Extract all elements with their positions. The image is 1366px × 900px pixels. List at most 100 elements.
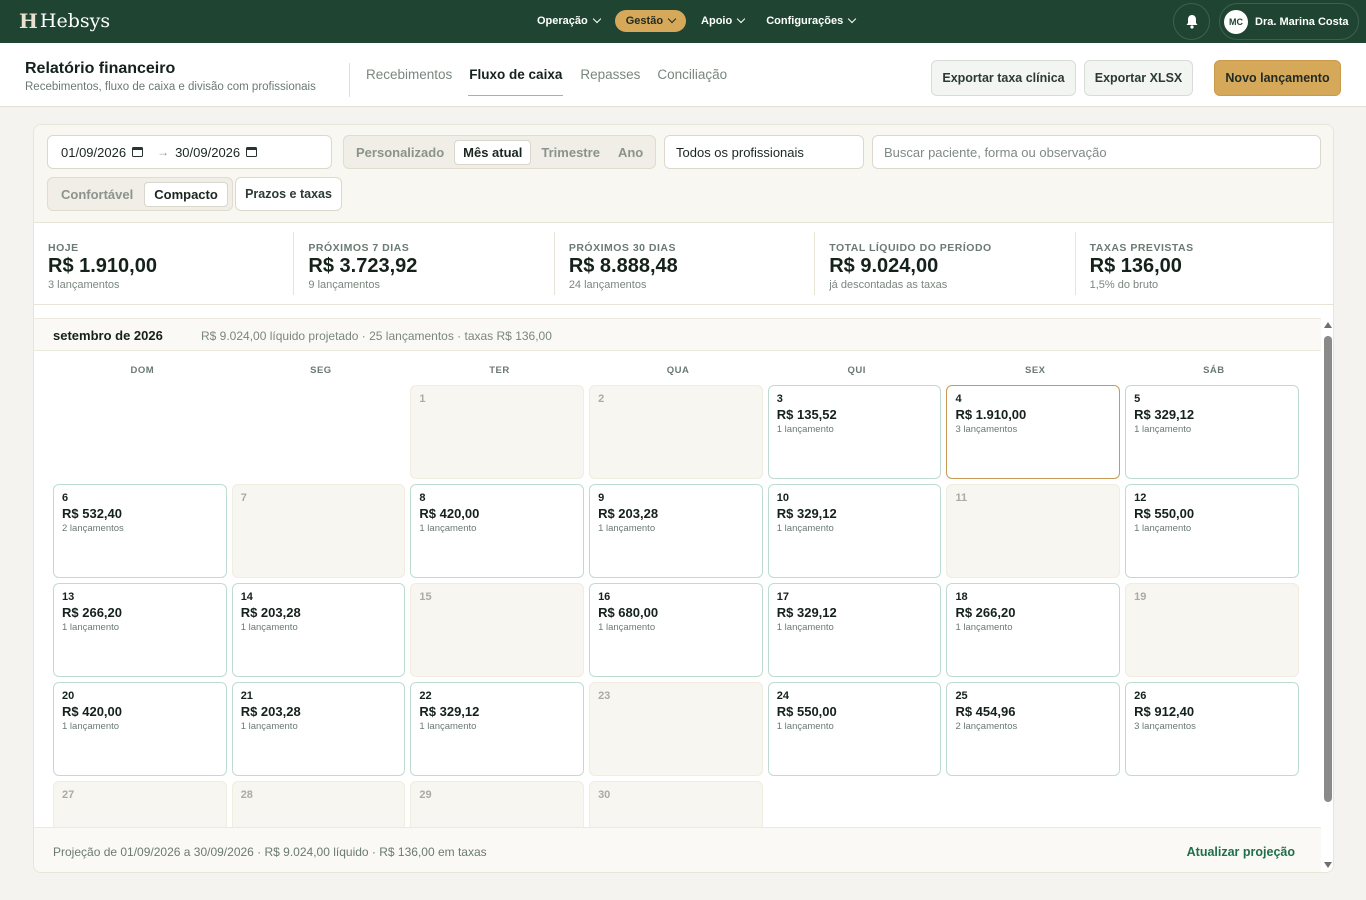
- day-amount: R$ 266,20: [955, 605, 1016, 620]
- calendar-day[interactable]: 21 R$ 203,28 1 lançamento: [231, 682, 406, 776]
- calendar-day[interactable]: 18 R$ 266,20 1 lançamento: [946, 583, 1120, 677]
- export-clinic-fee-button[interactable]: Exportar taxa clínica: [931, 60, 1076, 96]
- day-number: 2: [598, 393, 605, 405]
- calendar-day[interactable]: 4 R$ 1.910,00 3 lançamentos: [946, 385, 1120, 479]
- projection-summary: Projeção de 01/09/2026 a 30/09/2026 · R$…: [53, 845, 487, 859]
- calendar-day[interactable]: 10 R$ 329,12 1 lançamento: [767, 484, 942, 578]
- day-number: 11: [955, 492, 968, 504]
- day-entry-count: 1 lançamento: [62, 622, 120, 633]
- calendar-day[interactable]: 14 R$ 203,28 1 lançamento: [231, 583, 406, 677]
- calendar-day[interactable]: 17 R$ 329,12 1 lançamento: [767, 583, 942, 677]
- calendar: setembro de 2026 R$ 9.024,00 líquido pro…: [34, 318, 1321, 827]
- day-number: 5: [1134, 393, 1141, 405]
- calendar-day[interactable]: 5 R$ 329,12 1 lançamento: [1125, 385, 1299, 479]
- stat-label: TOTAL LÍQUIDO DO PERÍODO: [829, 242, 992, 254]
- calendar-icon[interactable]: [246, 147, 258, 157]
- tab-repasses[interactable]: Repasses: [580, 67, 640, 96]
- divider: [349, 63, 350, 97]
- menu-gestao[interactable]: Gestão: [614, 10, 687, 32]
- date-from[interactable]: 01/09/2026: [61, 145, 126, 160]
- density-selector: Confortável Compacto: [47, 177, 233, 211]
- day-amount: R$ 203,28: [240, 704, 301, 719]
- calendar-day[interactable]: 13 R$ 266,20 1 lançamento: [53, 583, 227, 677]
- calendar-icon[interactable]: [132, 147, 144, 157]
- stat-next-7-days: PRÓXIMOS 7 DIAS R$ 3.723,92 9 lançamento…: [294, 232, 555, 295]
- calendar-day[interactable]: 22 R$ 329,12 1 lançamento: [410, 682, 584, 776]
- refresh-projection-link[interactable]: Atualizar projeção: [1187, 845, 1295, 859]
- report-tabs: Recebimentos Fluxo de caixa Repasses Con…: [366, 67, 727, 96]
- calendar-day: 30: [589, 781, 763, 827]
- day-amount: R$ 454,96: [955, 704, 1016, 719]
- scroll-up-arrow-icon[interactable]: [1324, 322, 1332, 328]
- day-number: 19: [1134, 591, 1147, 603]
- calendar-day: 2: [589, 385, 763, 479]
- day-amount: R$ 329,12: [776, 506, 837, 521]
- calendar-day[interactable]: 16 R$ 680,00 1 lançamento: [589, 583, 763, 677]
- calendar-day[interactable]: 20 R$ 420,00 1 lançamento: [53, 682, 227, 776]
- chevron-down-icon: [736, 14, 746, 24]
- main-menu: Operação Gestão Apoio Configurações: [530, 10, 862, 32]
- brand-logo[interactable]: H Hebsys: [19, 9, 110, 33]
- day-entry-count: 1 lançamento: [419, 721, 477, 732]
- density-comfortable[interactable]: Confortável: [52, 183, 142, 206]
- arrow-right-icon: →: [157, 145, 170, 159]
- day-number: 12: [1134, 492, 1147, 504]
- menu-label: Apoio: [701, 15, 733, 27]
- menu-configuracoes[interactable]: Configurações: [759, 10, 862, 32]
- calendar-day: 15: [410, 583, 584, 677]
- day-amount: R$ 912,40: [1134, 704, 1195, 719]
- scroll-down-arrow-icon[interactable]: [1324, 862, 1332, 868]
- calendar-day[interactable]: 26 R$ 912,40 3 lançamentos: [1125, 682, 1299, 776]
- new-entry-button[interactable]: Novo lançamento: [1214, 60, 1341, 96]
- density-compact[interactable]: Compacto: [144, 181, 228, 207]
- day-amount: R$ 266,20: [62, 605, 122, 620]
- day-number: 25: [955, 690, 968, 702]
- calendar-day[interactable]: 9 R$ 203,28 1 lançamento: [589, 484, 763, 578]
- day-number: 1: [419, 393, 426, 405]
- period-quarter[interactable]: Trimestre: [533, 141, 608, 164]
- scrollbar[interactable]: [1321, 318, 1333, 872]
- menu-label: Operação: [537, 15, 588, 27]
- stat-sub: 9 lançamentos: [308, 279, 380, 291]
- period-custom[interactable]: Personalizado: [348, 141, 452, 164]
- calendar-day[interactable]: 3 R$ 135,52 1 lançamento: [767, 385, 942, 479]
- export-xlsx-button[interactable]: Exportar XLSX: [1084, 60, 1193, 96]
- tab-fluxo-de-caixa[interactable]: Fluxo de caixa: [468, 67, 564, 96]
- professional-select[interactable]: Todos os profissionais: [664, 135, 864, 169]
- stat-value: R$ 8.888,48: [568, 255, 678, 277]
- day-amount: R$ 135,52: [776, 407, 837, 422]
- day-number: 6: [62, 492, 69, 504]
- day-number: 21: [240, 690, 253, 702]
- day-number: 17: [776, 591, 789, 603]
- stat-next-30-days: PRÓXIMOS 30 DIAS R$ 8.888,48 24 lançamen…: [555, 232, 816, 295]
- calendar-day[interactable]: 6 R$ 532,40 2 lançamentos: [53, 484, 227, 578]
- date-to[interactable]: 30/09/2026: [175, 145, 240, 160]
- notifications-button[interactable]: [1173, 3, 1210, 40]
- page-title: Relatório financeiro: [25, 60, 176, 77]
- tab-conciliacao[interactable]: Conciliação: [657, 67, 727, 96]
- menu-operacao[interactable]: Operação: [530, 10, 607, 32]
- day-amount: R$ 329,12: [419, 704, 480, 719]
- stat-period-net-total: TOTAL LÍQUIDO DO PERÍODO R$ 9.024,00 já …: [815, 232, 1076, 295]
- menu-apoio[interactable]: Apoio: [694, 10, 751, 32]
- period-current-month[interactable]: Mês atual: [454, 139, 532, 165]
- calendar-blank-cell: [232, 385, 406, 479]
- search-input[interactable]: [872, 135, 1321, 169]
- day-amount: R$ 203,28: [240, 605, 301, 620]
- tab-recebimentos[interactable]: Recebimentos: [366, 67, 452, 96]
- day-number: 30: [598, 789, 611, 801]
- terms-and-fees-button[interactable]: Prazos e taxas: [235, 177, 342, 211]
- period-year[interactable]: Ano: [610, 141, 651, 164]
- day-number: 7: [240, 492, 247, 504]
- scrollbar-thumb[interactable]: [1324, 336, 1332, 802]
- calendar-day: 7: [231, 484, 406, 578]
- day-number: 27: [62, 789, 75, 801]
- date-range-field[interactable]: 01/09/2026 → 30/09/2026: [47, 135, 332, 169]
- day-amount: R$ 329,12: [776, 605, 837, 620]
- user-menu[interactable]: MC Dra. Marina Costa: [1219, 3, 1359, 40]
- stat-label: TAXAS PREVISTAS: [1089, 242, 1194, 254]
- calendar-day[interactable]: 25 R$ 454,96 2 lançamentos: [946, 682, 1120, 776]
- calendar-day[interactable]: 24 R$ 550,00 1 lançamento: [767, 682, 942, 776]
- calendar-day[interactable]: 8 R$ 420,00 1 lançamento: [410, 484, 584, 578]
- calendar-day[interactable]: 12 R$ 550,00 1 lançamento: [1125, 484, 1299, 578]
